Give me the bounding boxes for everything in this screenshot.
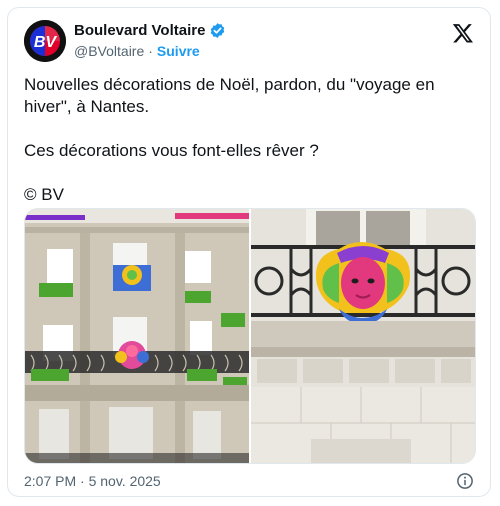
building-facade-image bbox=[25, 209, 249, 463]
photo-building-facade[interactable] bbox=[25, 209, 249, 463]
display-name[interactable]: Boulevard Voltaire bbox=[74, 22, 205, 39]
author-name-row: Boulevard Voltaire bbox=[74, 22, 226, 39]
tweet-text: Nouvelles décorations de Noël, pardon, d… bbox=[24, 74, 476, 206]
avatar[interactable]: BV bbox=[24, 20, 66, 62]
tweet-card: BV Boulevard Voltaire @BVoltaire · Suivr… bbox=[7, 7, 491, 497]
tweet-paragraph: © BV bbox=[24, 185, 64, 204]
timestamp[interactable]: 2:07 PM · 5 nov. 2025 bbox=[24, 473, 161, 489]
separator: · bbox=[148, 43, 153, 59]
follow-button[interactable]: Suivre bbox=[157, 43, 200, 59]
x-logo-icon[interactable] bbox=[452, 22, 474, 44]
tweet-paragraph: Ces décorations vous font-elles rêver ? bbox=[24, 141, 319, 160]
media-grid bbox=[24, 208, 476, 464]
boulevard-voltaire-logo: BV bbox=[24, 20, 66, 62]
photo-balcony-sculpture[interactable] bbox=[251, 209, 475, 463]
verified-badge-icon bbox=[211, 23, 225, 38]
handle[interactable]: @BVoltaire bbox=[74, 43, 144, 59]
svg-text:BV: BV bbox=[34, 34, 58, 51]
handle-row: @BVoltaire · Suivre bbox=[74, 43, 200, 59]
tweet-paragraph: Nouvelles décorations de Noël, pardon, d… bbox=[24, 75, 435, 116]
balcony-sculpture-image bbox=[251, 209, 475, 463]
info-icon[interactable] bbox=[456, 472, 474, 490]
